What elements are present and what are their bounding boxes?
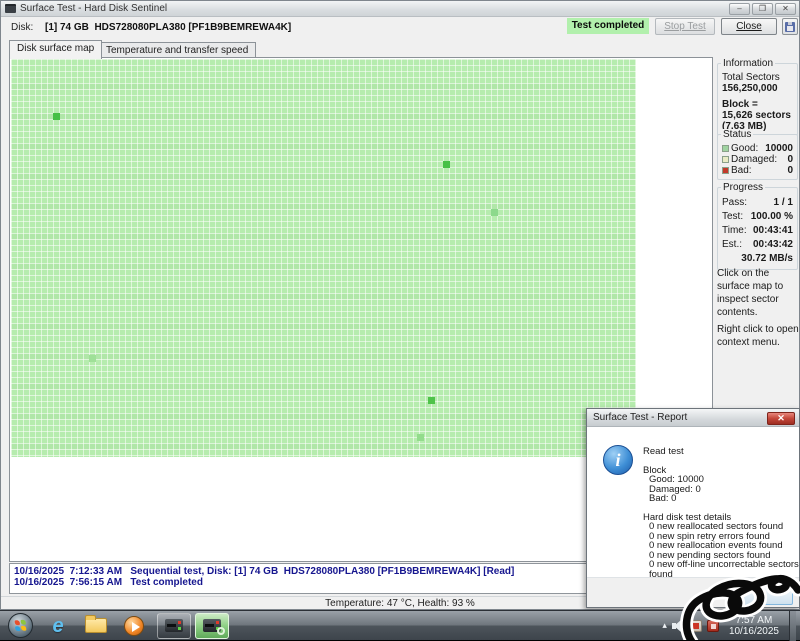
test-value: 100.00 % bbox=[750, 211, 793, 222]
test-label: Test: bbox=[722, 211, 744, 222]
report-heading: Read test bbox=[643, 446, 684, 457]
hint-inspect-sectors: Click on the surface map to inspect sect… bbox=[717, 268, 784, 318]
damaged-value: 0 bbox=[787, 154, 793, 165]
test-status-badge: Test completed bbox=[567, 18, 649, 34]
stop-test-button: Stop Test bbox=[655, 18, 715, 35]
report-close-button[interactable]: ✕ bbox=[767, 412, 795, 425]
media-player-taskbar-button[interactable] bbox=[119, 613, 149, 639]
status-row-bad: Bad: 0 bbox=[722, 165, 793, 176]
tested-block[interactable] bbox=[428, 397, 435, 404]
folder-icon bbox=[85, 615, 107, 633]
information-group: Information Total Sectors 156,250,000 Bl… bbox=[717, 58, 798, 136]
progress-row-pass: Pass: 1 / 1 bbox=[722, 196, 793, 210]
total-sectors-label: Total Sectors bbox=[722, 72, 780, 83]
titlebar[interactable]: Surface Test - Hard Disk Sentinel – ❐ ✕ bbox=[1, 1, 799, 17]
tested-block[interactable] bbox=[443, 161, 450, 168]
bad-label: Bad: bbox=[731, 165, 752, 176]
total-sectors-value: 156,250,000 bbox=[722, 83, 778, 94]
information-title: Information bbox=[721, 58, 776, 69]
est-label: Est.: bbox=[722, 239, 743, 250]
internet-explorer-taskbar-button[interactable]: e bbox=[43, 613, 73, 639]
report-title: Surface Test - Report bbox=[593, 412, 688, 423]
damaged-color-swatch bbox=[722, 156, 729, 163]
speed-value: 30.72 MB/s bbox=[741, 253, 793, 264]
media-player-icon bbox=[124, 615, 144, 636]
info-icon: i bbox=[603, 445, 633, 475]
pass-value: 1 / 1 bbox=[773, 197, 793, 208]
pass-label: Pass: bbox=[722, 197, 748, 208]
status-group: Status Good: 10000 Damaged: 0 Bad: 0 bbox=[717, 129, 798, 180]
surface-map-grid[interactable] bbox=[11, 59, 636, 457]
time-value: 00:43:41 bbox=[752, 225, 793, 236]
good-value: 10000 bbox=[765, 143, 793, 154]
minimize-button[interactable]: – bbox=[729, 3, 750, 15]
start-button[interactable] bbox=[8, 613, 33, 638]
progress-row-time: Time: 00:43:41 bbox=[722, 224, 793, 238]
tab-disk-surface-map[interactable]: Disk surface map bbox=[9, 40, 103, 59]
surface-test-taskbar-button[interactable] bbox=[195, 612, 229, 639]
scribble-annotation bbox=[680, 572, 800, 640]
report-block-bad: Bad: 0 bbox=[649, 493, 677, 504]
hard-disk-icon bbox=[165, 619, 183, 632]
bad-color-swatch bbox=[722, 167, 729, 174]
tested-block[interactable] bbox=[89, 355, 96, 362]
block-value: 15,626 sectors bbox=[722, 110, 791, 121]
tab-temperature-speed[interactable]: Temperature and transfer speed bbox=[98, 42, 257, 58]
tested-block[interactable] bbox=[491, 209, 498, 216]
progress-title: Progress bbox=[721, 182, 766, 193]
damaged-label: Damaged: bbox=[731, 154, 778, 165]
est-value: 00:43:42 bbox=[752, 239, 793, 250]
floppy-icon bbox=[785, 22, 795, 32]
magnifier-icon bbox=[217, 626, 225, 635]
maximize-button[interactable]: ❐ bbox=[752, 3, 773, 15]
progress-row-test: Test: 100.00 % bbox=[722, 210, 793, 224]
hint-context-menu: Right click to open context menu. bbox=[717, 324, 799, 348]
status-row-damaged: Damaged: 0 bbox=[722, 154, 793, 165]
progress-group: Progress Pass: 1 / 1 Test: 100.00 % Time… bbox=[717, 182, 798, 270]
report-body: Read test Block Good: 10000 Damaged: 0 B… bbox=[643, 447, 799, 579]
internet-explorer-icon: e bbox=[52, 614, 64, 637]
save-report-button[interactable] bbox=[782, 18, 798, 35]
good-color-swatch bbox=[722, 145, 729, 152]
hd-sentinel-taskbar-button[interactable] bbox=[157, 612, 191, 639]
app-icon bbox=[5, 4, 16, 13]
progress-row-est: Est.: 00:43:42 bbox=[722, 238, 793, 252]
file-explorer-taskbar-button[interactable] bbox=[81, 613, 111, 639]
window-title: Surface Test - Hard Disk Sentinel bbox=[20, 3, 168, 14]
tested-block[interactable] bbox=[53, 113, 60, 120]
close-button[interactable]: Close bbox=[721, 18, 777, 35]
disk-label: Disk: bbox=[11, 22, 34, 33]
tested-block[interactable] bbox=[417, 434, 424, 441]
block-label: Block = bbox=[722, 99, 758, 110]
close-window-button[interactable]: ✕ bbox=[775, 3, 796, 15]
windows-logo-icon bbox=[14, 619, 27, 632]
good-label: Good: bbox=[731, 143, 759, 154]
time-label: Time: bbox=[722, 225, 747, 236]
status-title: Status bbox=[721, 129, 754, 140]
disk-value: [1] 74 GB HDS728080PLA380 [PF1B9BEMREWA4… bbox=[45, 22, 292, 33]
progress-row-speed: 30.72 MB/s bbox=[722, 252, 793, 266]
status-row-good: Good: 10000 bbox=[722, 143, 793, 154]
bad-value: 0 bbox=[787, 165, 793, 176]
